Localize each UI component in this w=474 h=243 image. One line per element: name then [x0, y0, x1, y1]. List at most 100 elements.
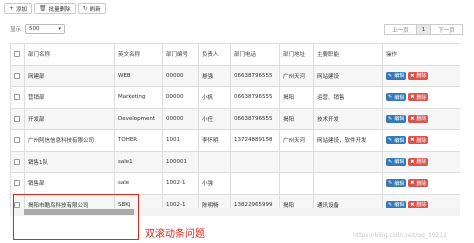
column-header: 操作	[382, 43, 460, 66]
table-cell: 广州阿信信息科技有限公司	[24, 129, 115, 152]
row-select-cell[interactable]	[10, 129, 25, 152]
table-cell: sale	[114, 172, 163, 195]
actions-cell: ✎ 编辑 ✖ 删除	[382, 86, 460, 109]
plus-icon: +	[9, 5, 15, 12]
actions-cell: ✎ 编辑 ✖ 删除	[382, 193, 460, 208]
table-cell: 悬强	[198, 64, 231, 87]
table-row[interactable]: 网建部 WEB 00000 悬强 06638796555 广州天河 网站建设 ✎ 编辑 ✖ 删除	[10, 64, 460, 87]
row-select-cell[interactable]	[10, 150, 25, 173]
annotation-label: 双滚动条问题	[145, 229, 205, 240]
delete-button[interactable]: ✖ 删除	[408, 157, 429, 166]
batch-delete-button[interactable]: 🗑 批量删除	[34, 3, 76, 14]
delete-button[interactable]: ✖ 删除	[408, 200, 429, 208]
row-checkbox[interactable]	[14, 137, 20, 143]
row-checkbox[interactable]	[14, 158, 20, 165]
select-all-checkbox[interactable]	[14, 51, 20, 57]
column-header: 主要职能	[313, 43, 383, 66]
actions-cell: ✎ 编辑 ✖ 删除	[382, 150, 460, 173]
row-checkbox[interactable]	[14, 180, 20, 186]
table-row[interactable]: 营销部 Marketing 00000 小帆 06638796555 揭阳 运营、销售 ✎ 编辑…	[10, 86, 460, 109]
table-cell: 13822965999	[230, 193, 280, 208]
trash-icon: ✖	[410, 72, 415, 79]
table-cell: Development	[114, 107, 163, 130]
highlight-box	[13, 194, 139, 240]
refresh-button[interactable]: ↻ 刷新	[77, 3, 106, 14]
table-cell: TOHER	[114, 129, 163, 152]
table-header-row: 部门名称 英文名称 部门编号 负责人 部门电话 部门地址 主要职能 操作	[10, 43, 460, 66]
table-cell: 广州天河	[279, 129, 314, 152]
row-checkbox[interactable]	[14, 115, 20, 122]
table-cell	[230, 172, 280, 195]
actions-cell: ✎ 编辑 ✖ 删除	[382, 107, 460, 130]
page-size-control: 显示 500 ▾	[10, 24, 66, 34]
table-cell: 1001	[162, 129, 199, 152]
row-checkbox[interactable]	[14, 72, 20, 79]
row-select-cell[interactable]	[10, 64, 25, 87]
column-header: 部门电话	[230, 43, 280, 66]
table-cell: 小任	[198, 107, 231, 130]
page-number-button[interactable]: 1	[416, 24, 431, 35]
table-cell	[313, 150, 383, 173]
edit-button[interactable]: ✎ 编辑	[386, 136, 407, 145]
table-cell	[198, 150, 231, 173]
watermark: https://blog.csdn.net/qq_39212	[353, 232, 447, 239]
table-cell: 陈明畅	[198, 193, 231, 208]
table-cell: 销售1队	[24, 150, 115, 173]
table-cell: 揭阳	[279, 86, 314, 109]
actions-cell: ✎ 编辑 ✖ 删除	[382, 129, 460, 152]
table-cell	[230, 150, 280, 173]
table-cell: 营销部	[24, 86, 115, 109]
edit-button[interactable]: ✎ 编辑	[386, 157, 407, 166]
table-cell: 00000	[162, 64, 199, 87]
trash-icon: ✖	[410, 158, 415, 165]
table-cell: 通讯设备	[313, 193, 383, 208]
edit-button[interactable]: ✎ 编辑	[386, 71, 407, 80]
add-button[interactable]: + 添加	[4, 3, 33, 14]
table-cell: 开发部	[24, 107, 115, 130]
table-cell: 网站建设，软件开发	[313, 129, 383, 152]
table-cell: Marketing	[114, 86, 163, 109]
table-row[interactable]: 开发部 Development 00000 小任 06638796555 揭阳 技术开发 ✎ 编…	[10, 107, 460, 130]
table-row[interactable]: 销售1队 sale1 100001 ✎ 编辑 ✖ 删除	[10, 150, 460, 173]
column-header: 英文名称	[114, 43, 163, 66]
table-cell: WEB	[114, 64, 163, 87]
table-cell: 100001	[162, 150, 199, 173]
next-page-button[interactable]: 下一页	[430, 24, 463, 35]
edit-button[interactable]: ✎ 编辑	[386, 93, 407, 102]
page-size-select[interactable]: 500 ▾	[25, 24, 66, 34]
actions-cell: ✎ 编辑 ✖ 删除	[382, 64, 460, 87]
delete-button[interactable]: ✖ 删除	[408, 136, 429, 145]
show-label: 显示	[10, 27, 22, 33]
table-cell: 1002-1	[162, 193, 199, 208]
row-select-cell[interactable]	[10, 107, 25, 130]
select-all-cell[interactable]	[10, 43, 25, 66]
table-cell: 网站建设	[313, 64, 383, 87]
delete-button[interactable]: ✖ 删除	[408, 179, 429, 188]
edit-icon: ✎	[388, 201, 393, 208]
table-cell: 网建部	[24, 64, 115, 87]
table-cell: 00000	[162, 107, 199, 130]
data-table-container: 部门名称 英文名称 部门编号 负责人 部门电话 部门地址 主要职能 操作 网建部…	[10, 43, 460, 208]
trash-icon: ✖	[410, 137, 415, 144]
delete-button[interactable]: ✖ 删除	[408, 93, 429, 102]
table-row[interactable]: 销售部 sale 1002-1 小强 ✎ 编辑 ✖ 删除	[10, 172, 460, 195]
edit-button[interactable]: ✎ 编辑	[386, 200, 407, 208]
delete-button[interactable]: ✖ 删除	[408, 114, 429, 123]
table-cell: 06638796555	[230, 64, 280, 87]
toolbar: + 添加 🗑 批量删除 ↻ 刷新	[4, 3, 106, 14]
trash-icon: ✖	[410, 115, 415, 122]
edit-button[interactable]: ✎ 编辑	[386, 179, 407, 188]
trash-icon: ✖	[410, 94, 415, 101]
edit-button[interactable]: ✎ 编辑	[386, 114, 407, 123]
row-select-cell[interactable]	[10, 172, 25, 195]
row-select-cell[interactable]	[10, 86, 25, 109]
delete-button[interactable]: ✖ 删除	[408, 71, 429, 80]
table-row[interactable]: 广州阿信信息科技有限公司 TOHER 1001 李怀明 13724889158 广州天河网…	[10, 129, 460, 152]
prev-page-button[interactable]: 上一页	[384, 24, 417, 35]
column-header: 部门编号	[162, 43, 199, 66]
table-cell: 销售部	[24, 172, 115, 195]
table-cell: 广州天河	[279, 64, 314, 87]
table-cell	[313, 172, 383, 195]
table-cell: 运营、销售	[313, 86, 383, 109]
row-checkbox[interactable]	[14, 94, 20, 100]
